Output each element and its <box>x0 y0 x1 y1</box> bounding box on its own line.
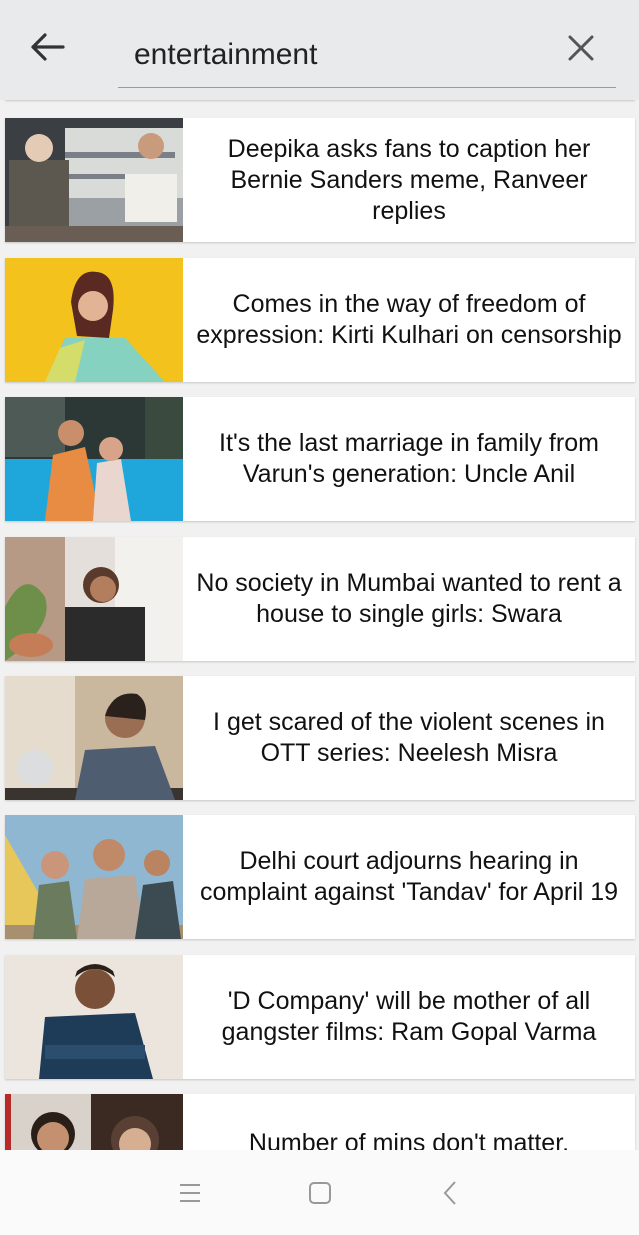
article-card[interactable]: Comes in the way of freedom of expressio… <box>5 258 635 382</box>
article-card[interactable]: No society in Mumbai wanted to rent a ho… <box>5 537 635 661</box>
arrow-left-icon[interactable] <box>22 22 72 72</box>
search-bar <box>0 0 639 100</box>
article-thumbnail <box>5 955 183 1079</box>
article-list: Deepika asks fans to caption her Bernie … <box>0 0 639 1150</box>
chevron-left-icon[interactable] <box>430 1173 470 1213</box>
menu-icon[interactable] <box>170 1173 210 1213</box>
article-headline: Delhi court adjourns hearing in complain… <box>199 847 619 906</box>
article-headline: I get scared of the violent scenes in OT… <box>213 708 605 767</box>
close-icon[interactable] <box>556 22 606 74</box>
article-thumbnail <box>5 537 183 661</box>
article-headline: Deepika asks fans to caption her Bernie … <box>227 134 591 225</box>
article-card[interactable]: Delhi court adjourns hearing in complain… <box>5 815 635 939</box>
search-input[interactable] <box>118 22 616 88</box>
article-card[interactable]: It's the last marriage in family from Va… <box>5 397 635 521</box>
article-card[interactable]: I get scared of the violent scenes in OT… <box>5 676 635 800</box>
article-headline: 'D Company' will be mother of all gangst… <box>221 987 597 1046</box>
article-headline: No society in Mumbai wanted to rent a ho… <box>196 569 622 628</box>
home-square-icon[interactable] <box>300 1173 340 1213</box>
article-card[interactable]: Number of mins don't matter, <box>5 1094 635 1150</box>
article-thumbnail <box>5 397 183 521</box>
article-thumbnail <box>5 258 183 382</box>
article-thumbnail <box>5 815 183 939</box>
article-card[interactable]: Deepika asks fans to caption her Bernie … <box>5 118 635 242</box>
article-thumbnail <box>5 118 183 242</box>
article-card[interactable]: 'D Company' will be mother of all gangst… <box>5 955 635 1079</box>
article-headline: Number of mins don't matter, <box>248 1129 570 1150</box>
article-headline: It's the last marriage in family from Va… <box>219 429 599 488</box>
article-thumbnail <box>5 1094 183 1150</box>
system-nav-bar <box>0 1150 639 1235</box>
article-thumbnail <box>5 676 183 800</box>
article-headline: Comes in the way of freedom of expressio… <box>196 290 622 349</box>
